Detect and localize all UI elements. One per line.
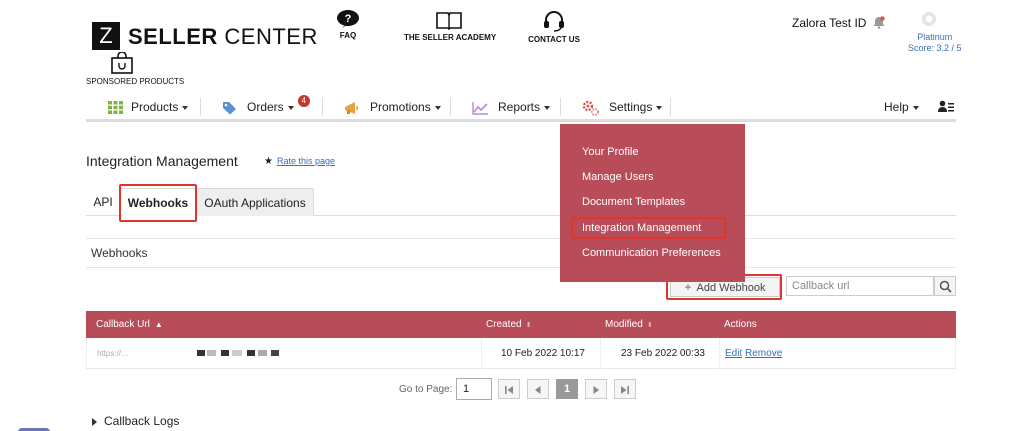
column-callback-url-label: Callback Url [96, 319, 150, 330]
sponsored-products-link[interactable]: SPONSORED PRODUCTS [86, 77, 184, 86]
first-page-button[interactable] [498, 379, 520, 399]
menu-item-document-templates[interactable]: Document Templates [582, 196, 685, 208]
grid-icon [108, 101, 123, 115]
seller-academy-label: THE SELLER ACADEMY [404, 33, 497, 42]
callback-url-search-input[interactable] [786, 276, 934, 296]
search-button[interactable] [934, 276, 956, 296]
webhooks-panel-header: Webhooks [86, 238, 956, 268]
nav-promotions-label: Promotions [370, 100, 431, 114]
main-nav: Products Orders 4 Promotions Reports Sett… [86, 92, 956, 122]
faq-label: FAQ [339, 31, 357, 40]
column-created[interactable]: Created ⬍ [486, 311, 531, 338]
svg-text:?: ? [345, 13, 352, 25]
book-icon [436, 12, 462, 30]
tier-label: Platinum [917, 32, 953, 42]
platinum-badge-icon [922, 12, 936, 26]
sort-icon: ⬍ [525, 322, 532, 329]
orders-count-badge: 4 [297, 95, 310, 107]
callback-logs-toggle[interactable]: Callback Logs [92, 414, 179, 428]
current-page-indicator[interactable]: 1 [556, 379, 578, 399]
bell-icon[interactable] [873, 16, 885, 29]
chevron-down-icon [182, 105, 189, 110]
table-row: https://… 10 Feb 2022 10:17 23 Feb 2022 … [86, 338, 956, 369]
chevron-down-icon [434, 105, 441, 110]
caret-right-icon [92, 417, 97, 426]
last-page-button[interactable] [614, 379, 636, 399]
first-page-icon [505, 386, 513, 394]
edit-link[interactable]: Edit [725, 348, 742, 359]
nav-promotions[interactable]: Promotions [344, 92, 441, 122]
tab-oauth-applications[interactable]: OAuth Applications [196, 188, 314, 216]
nav-products-label: Products [131, 100, 179, 114]
menu-item-your-profile[interactable]: Your Profile [582, 146, 638, 158]
column-modified-label: Modified [605, 319, 643, 330]
menu-item-communication-preferences[interactable]: Communication Preferences [582, 247, 721, 259]
shopping-bag-icon[interactable] [110, 52, 134, 74]
integration-management-highlight [571, 217, 726, 239]
webhooks-tab-highlight [119, 184, 197, 222]
logo-mark[interactable]: Z [92, 22, 120, 50]
redacted-url-mask [197, 350, 279, 356]
faq-link[interactable]: ? FAQ [336, 10, 360, 40]
sort-asc-icon: ▲ [154, 320, 163, 329]
prev-page-button[interactable] [527, 379, 549, 399]
rate-label: Rate this page [276, 156, 336, 166]
menu-item-manage-users[interactable]: Manage Users [582, 171, 654, 183]
nav-reports[interactable]: Reports [472, 92, 551, 122]
tag-icon [223, 101, 236, 115]
contact-us-link[interactable]: CONTACT US [526, 10, 582, 44]
user-name[interactable]: Zalora Test ID [792, 16, 866, 30]
page-title: Integration Management [86, 153, 238, 169]
nav-orders[interactable]: Orders 4 [222, 92, 310, 122]
chevron-down-icon [656, 105, 663, 110]
sort-icon: ⬍ [646, 322, 653, 329]
prev-page-icon [535, 386, 541, 394]
nav-settings-label: Settings [609, 100, 653, 114]
panel-title: Webhooks [91, 246, 148, 260]
tier-info[interactable]: Platinum Score: 3.2 / 5 [908, 32, 962, 54]
chevron-down-icon [912, 105, 919, 110]
callback-url-cell: https://… [97, 349, 130, 358]
chevron-down-icon [544, 105, 551, 110]
question-icon: ? [337, 10, 359, 28]
megaphone-icon [345, 101, 359, 114]
webhooks-table-header: Callback Url ▲ Created ⬍ Modified ⬍ Actions [86, 311, 956, 338]
next-page-button[interactable] [585, 379, 607, 399]
callback-logs-label: Callback Logs [104, 414, 180, 428]
last-page-icon [621, 386, 629, 394]
nav-help[interactable]: Help [884, 92, 919, 122]
created-cell: 10 Feb 2022 10:17 [501, 348, 585, 359]
column-actions: Actions [724, 319, 757, 330]
seller-academy-link[interactable]: THE SELLER ACADEMY [404, 10, 497, 42]
contact-us-label: CONTACT US [528, 35, 580, 44]
nav-products[interactable]: Products [108, 92, 189, 122]
logo-rest: CENTER [217, 24, 318, 49]
chevron-down-icon [287, 105, 294, 110]
line-chart-icon [472, 101, 488, 115]
nav-help-label: Help [884, 100, 909, 114]
headset-icon [544, 11, 564, 32]
rate-this-page-link[interactable]: ★ Rate this page [264, 156, 335, 167]
seller-center-logo[interactable]: SELLER CENTER [128, 24, 318, 50]
star-icon: ★ [264, 156, 273, 167]
logo-bold: SELLER [128, 24, 218, 49]
score-label: Score: 3.2 / 5 [908, 43, 962, 53]
page-number-input[interactable] [456, 378, 492, 400]
tab-api[interactable]: API [86, 188, 120, 216]
nav-reports-label: Reports [498, 100, 541, 114]
column-created-label: Created [486, 319, 522, 330]
user-menu-icon[interactable] [938, 100, 954, 113]
actions-cell: Edit Remove [725, 338, 782, 369]
nav-orders-label: Orders [247, 100, 284, 114]
goto-page-label: Go to Page: [399, 384, 453, 395]
modified-cell: 23 Feb 2022 00:33 [621, 348, 705, 359]
column-modified[interactable]: Modified ⬍ [605, 311, 653, 338]
settings-dropdown-menu: Your Profile Manage Users Document Templ… [560, 124, 745, 282]
search-icon [939, 280, 952, 293]
nav-settings[interactable]: Settings [582, 92, 663, 122]
next-page-icon [593, 386, 599, 394]
column-callback-url[interactable]: Callback Url ▲ [96, 311, 163, 338]
remove-link[interactable]: Remove [745, 348, 782, 359]
gears-icon [582, 100, 599, 116]
